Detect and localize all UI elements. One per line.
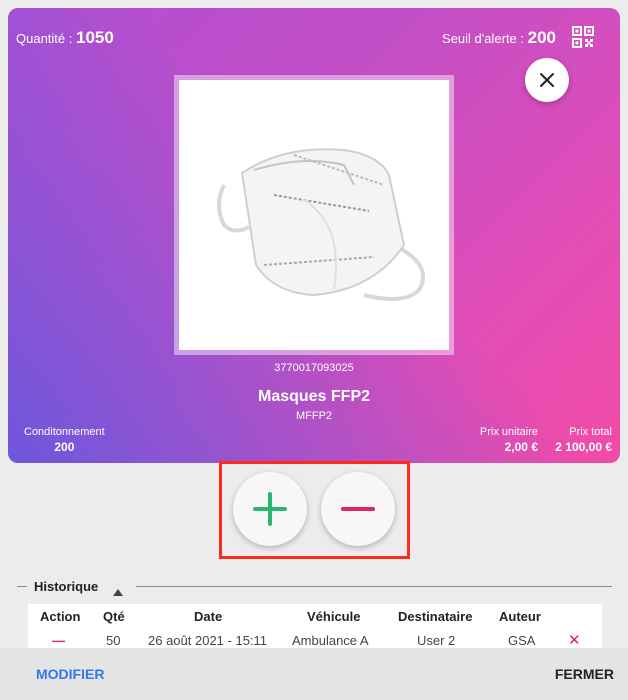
- col-qty: Qté: [103, 609, 125, 624]
- remove-stock-button[interactable]: [321, 472, 395, 546]
- product-name: Masques FFP2: [257, 388, 371, 405]
- plus-icon: [253, 492, 287, 526]
- threshold-value: 200: [527, 28, 556, 47]
- row-qty: 50: [106, 633, 121, 648]
- barcode-number: 3770017093025: [274, 362, 354, 374]
- modify-button[interactable]: MODIFIER: [36, 666, 104, 682]
- row-recipient: User 2: [417, 633, 456, 648]
- col-vehicle: Véhicule: [307, 609, 361, 624]
- row-action: —: [52, 633, 65, 648]
- quantity-value: 1050: [75, 28, 114, 47]
- alert-threshold: Seuil d'alerte : 200: [442, 28, 556, 48]
- packaging-label: Conditonnement: [24, 426, 105, 438]
- total-price: Prix total 2 100,00 €: [555, 426, 612, 454]
- mask-image: [217, 148, 425, 301]
- threshold-label: Seuil d'alerte :: [442, 31, 528, 46]
- close-footer-button[interactable]: FERMER: [555, 666, 614, 682]
- packaging: Conditonnement 200: [24, 426, 105, 454]
- col-recipient: Destinataire: [398, 609, 473, 624]
- unit-price-label: Prix unitaire: [479, 426, 538, 438]
- close-icon: [540, 73, 554, 87]
- qr-code-icon[interactable]: [572, 26, 594, 48]
- collapse-history-icon[interactable]: [113, 583, 123, 601]
- col-action: Action: [40, 609, 81, 624]
- col-date: Date: [194, 609, 223, 624]
- product-image: [179, 80, 449, 350]
- close-button[interactable]: [525, 58, 569, 102]
- history-divider-right: [136, 586, 612, 587]
- product-card: Quantité : 1050 Seuil d'alerte : 200 377…: [8, 8, 620, 463]
- delete-row-icon[interactable]: ✕: [568, 631, 581, 649]
- total-price-label: Prix total: [569, 426, 612, 438]
- history-title: Historique: [34, 579, 99, 594]
- add-stock-button[interactable]: [233, 472, 307, 546]
- footer-bar: MODIFIER FERMER: [0, 648, 628, 700]
- total-price-value: 2 100,00 €: [555, 440, 612, 454]
- col-author: Auteur: [499, 609, 541, 624]
- row-date: 26 août 2021 - 15:11: [148, 633, 268, 648]
- history-table-header: Action Qté Date Véhicule Destinataire Au…: [28, 604, 602, 628]
- unit-price-value: 2,00 €: [504, 440, 538, 454]
- unit-price: Prix unitaire 2,00 €: [480, 426, 538, 454]
- product-reference: MFFP2: [295, 410, 333, 422]
- history-divider-left: [17, 586, 27, 587]
- quantity: Quantité : 1050: [16, 28, 114, 48]
- row-author: GSA: [508, 633, 536, 648]
- minus-icon: [341, 507, 375, 511]
- quantity-label: Quantité :: [16, 31, 76, 46]
- product-image-frame: [174, 75, 454, 355]
- packaging-value: 200: [54, 440, 75, 454]
- row-vehicle: Ambulance A: [292, 633, 369, 648]
